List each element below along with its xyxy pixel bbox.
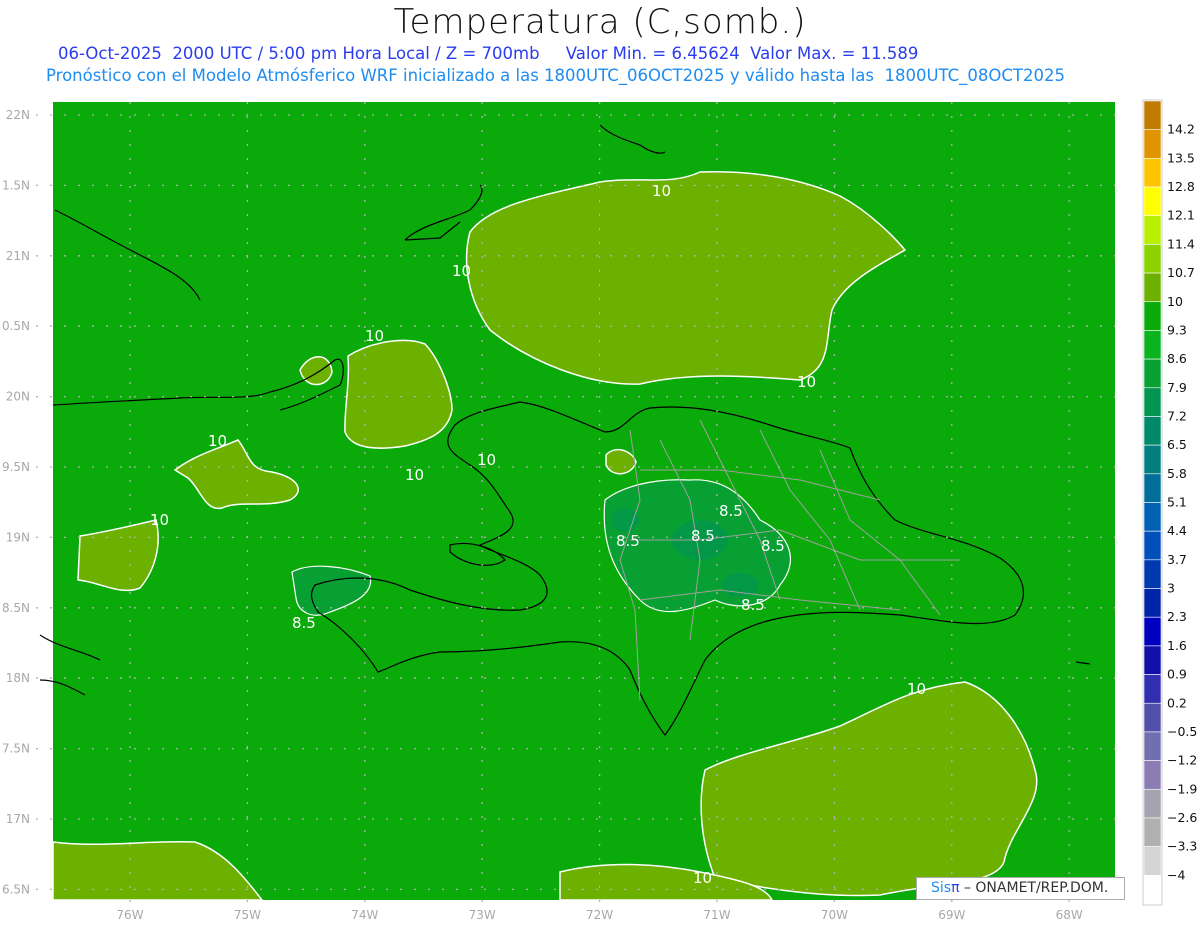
colorbar-label: 7.2 (1167, 408, 1187, 423)
contour-label-10: 10 (693, 869, 712, 887)
latitude-label: 9.5N (2, 460, 30, 474)
colorbar-label: 11.4 (1167, 236, 1195, 251)
latitude-label: 8.5N (2, 601, 30, 615)
colorbar-swatch (1143, 100, 1162, 130)
colorbar-label: 10.7 (1167, 265, 1195, 280)
latitude-label: 22N (6, 108, 30, 122)
colorbar-swatch (1143, 846, 1162, 876)
colorbar-swatch (1143, 416, 1162, 446)
colorbar-label: 1.6 (1167, 638, 1187, 653)
contour-label-10: 10 (477, 451, 496, 469)
colorbar-swatch (1143, 473, 1162, 503)
colorbar-label: 4.4 (1167, 523, 1187, 538)
colorbar-label: 10 (1167, 294, 1183, 309)
colorbar-swatch (1143, 387, 1162, 417)
colorbar-swatch (1143, 444, 1162, 475)
brand-logo: Sis (931, 880, 952, 896)
contour-label-8-5: 8.5 (761, 537, 785, 555)
latitude-label: 7.5N (2, 742, 30, 756)
contour-label-8-5: 8.5 (741, 596, 765, 614)
colorbar-label: 6.5 (1167, 437, 1187, 452)
temperature-map: 22N 1.5N 21N 0.5N 20N 9.5N 19N 8.5N 18N 7.5N 17N 6.… (2, 99, 1197, 922)
colorbar-swatch (1143, 244, 1162, 274)
contour-label-8-5: 8.5 (292, 614, 316, 632)
colorbar-swatch (1143, 588, 1162, 618)
colorbar-swatch (1143, 645, 1162, 675)
colorbar-swatch (1143, 731, 1162, 761)
contour-label-8-5: 8.5 (691, 527, 715, 545)
latitude-label: 20N (6, 390, 30, 404)
colorbar-swatch (1143, 215, 1162, 245)
colorbar-swatch (1143, 186, 1162, 217)
colorbar-label: 5.8 (1167, 466, 1187, 481)
colorbar-label: −1.2 (1167, 753, 1197, 768)
contour-label-8-5: 8.5 (616, 532, 640, 550)
colorbar-swatch (1143, 817, 1162, 847)
colorbar-swatch (1143, 272, 1162, 303)
credit-text: – ONAMET/REP.DOM. (959, 880, 1109, 896)
colorbar-label: 0.9 (1167, 667, 1187, 682)
latitude-label: 0.5N (2, 319, 30, 333)
longitude-label: 76W (116, 908, 143, 922)
contour-label-10: 10 (365, 327, 384, 345)
colorbar-swatch (1143, 616, 1162, 647)
colorbar-label: 12.1 (1167, 208, 1195, 223)
contour-label-10: 10 (797, 373, 816, 391)
colorbar-label: 9.3 (1167, 322, 1187, 337)
colorbar-label: −1.9 (1167, 781, 1197, 796)
longitude-label: 69W (938, 908, 965, 922)
longitude-label: 73W (469, 908, 496, 922)
contour-label-10: 10 (452, 262, 471, 280)
contour-label-8-5: 8.5 (719, 502, 743, 520)
colorbar-label: −3.3 (1167, 839, 1197, 854)
latitude-label: 19N (6, 530, 30, 544)
contour-label-10: 10 (405, 466, 424, 484)
longitude-label: 68W (1056, 908, 1083, 922)
colorbar-label: 12.8 (1167, 179, 1195, 194)
longitude-label: 74W (351, 908, 378, 922)
latitude-label: 21N (6, 249, 30, 263)
contour-label-10: 10 (652, 182, 671, 200)
credit-box: Sisπ – ONAMET/REP.DOM. (916, 877, 1125, 900)
colorbar-label: 14.2 (1167, 122, 1195, 137)
longitude-label: 75W (234, 908, 261, 922)
colorbar-label: 3 (1167, 581, 1175, 596)
colorbar-swatch (1143, 760, 1162, 790)
colorbar-label: 0.2 (1167, 695, 1187, 710)
brand-symbol: π (951, 880, 960, 896)
latitude-label: 17N (6, 812, 30, 826)
colorbar-label: −0.5 (1167, 724, 1197, 739)
colorbar-swatch (1143, 674, 1162, 704)
colorbar-label: −2.6 (1167, 810, 1197, 825)
colorbar-label: 3.7 (1167, 552, 1187, 567)
colorbar-label: 5.1 (1167, 495, 1187, 510)
colorbar-swatch (1143, 129, 1162, 159)
colorbar-swatch (1143, 330, 1162, 360)
colorbar-swatch (1143, 301, 1162, 331)
colorbar-label: 13.5 (1167, 150, 1195, 165)
colorbar-swatch (1143, 358, 1162, 389)
longitude-label: 70W (821, 908, 848, 922)
colorbar-label: 2.3 (1167, 609, 1187, 624)
colorbar-swatch (1143, 530, 1162, 561)
longitude-label: 72W (586, 908, 613, 922)
colorbar-label: 7.9 (1167, 380, 1187, 395)
colorbar-swatch (1143, 788, 1162, 819)
contour-label-10: 10 (208, 432, 227, 450)
colorbar-swatch (1143, 875, 1162, 905)
latitude-label: 6.5N (2, 882, 30, 896)
contour-label-10: 10 (907, 680, 926, 698)
colorbar-swatch (1143, 702, 1162, 733)
colorbar-swatch (1143, 502, 1162, 532)
longitude-label: 71W (703, 908, 730, 922)
latitude-label: 1.5N (2, 178, 30, 192)
latitude-label: 18N (6, 671, 30, 685)
contour-label-10: 10 (150, 511, 169, 529)
colorbar-swatch (1143, 559, 1162, 589)
colorbar-label: 8.6 (1167, 351, 1187, 366)
map-field (52, 102, 1115, 901)
colorbar-label: −4 (1167, 867, 1185, 882)
colorbar-swatch (1143, 158, 1162, 188)
colorbar: 14.2 13.5 12.8 12.1 11.4 10.7 10 9.3 8.6 7.9 7.2 6.… (1142, 99, 1197, 906)
